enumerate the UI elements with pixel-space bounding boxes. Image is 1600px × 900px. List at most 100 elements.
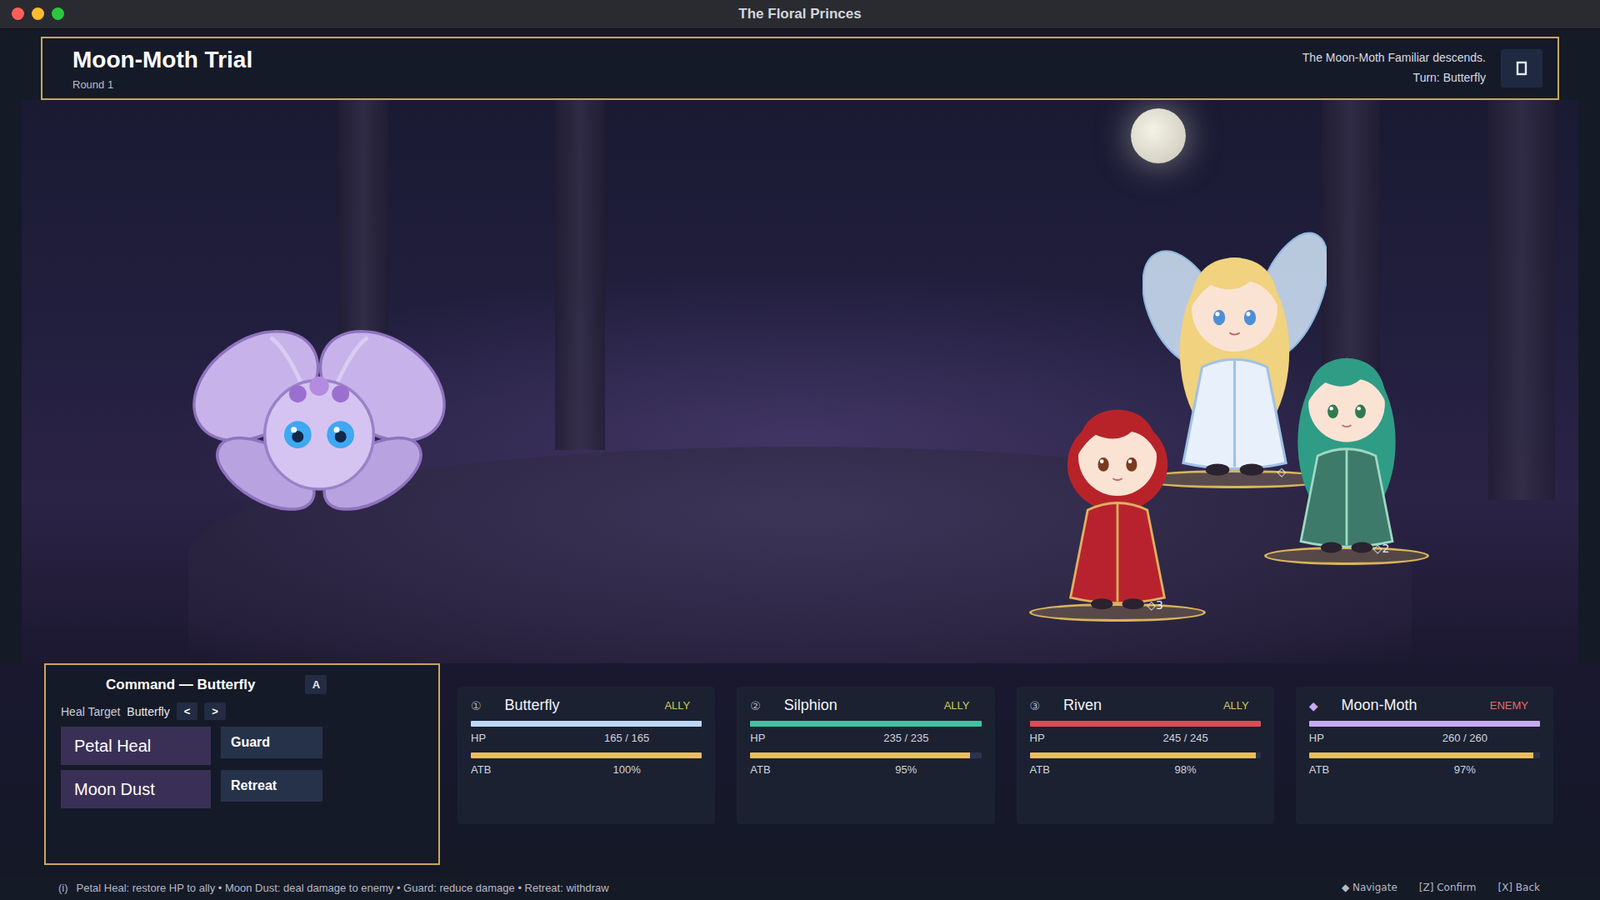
unit-card: ① Butterfly ALLY HP 165 / 165 ATB 100% — [457, 686, 715, 825]
unit-card: ② Silphion ALLY HP235 / 235 ATB95% — [736, 686, 995, 825]
character-icon — [1270, 327, 1424, 557]
moon — [1130, 108, 1186, 164]
atb-row: ATB98% — [1030, 758, 1261, 776]
hp-label: HP — [1309, 731, 1325, 745]
ally-sprite[interactable]: ◇2 — [1270, 327, 1424, 557]
atb-bar — [1030, 752, 1261, 759]
unit-header: ◆ Moon-Moth ENEMY — [1309, 696, 1540, 715]
hp-value: 235 / 235 — [839, 731, 973, 745]
slot-badge: ③ — [1030, 699, 1041, 713]
hp-value: 165 / 165 — [560, 731, 694, 745]
close-button[interactable] — [11, 7, 25, 20]
atb-row: ATB95% — [750, 758, 981, 776]
side-tag: ALLY — [944, 699, 982, 712]
action-button[interactable]: Retreat — [220, 770, 323, 802]
key-hint: [X] Back — [1497, 881, 1540, 894]
hint-line: Petal Heal: restore HP to ally • Moon Du… — [76, 881, 610, 895]
hp-fill — [470, 720, 702, 727]
tree-trunk — [1488, 100, 1555, 500]
atb-label: ATB — [470, 763, 491, 776]
tree-trunk — [555, 100, 605, 450]
heal-target-row: Heal Target Butterfly < > — [60, 702, 424, 720]
atb-value: 98% — [1118, 763, 1252, 776]
unit-name: Silphion — [770, 696, 935, 715]
hotkey-badge: A — [305, 675, 327, 695]
title-bar: The Floral Princes — [0, 0, 1600, 30]
atb-row: ATB 97% — [1309, 758, 1540, 776]
unit-cards: ① Butterfly ALLY HP 165 / 165 ATB 100% ② Silphio… — [457, 686, 1554, 825]
ally-sprite[interactable]: ◇3 — [1035, 378, 1200, 614]
banner-heading: Moon-Moth Trial Round 1 — [72, 46, 253, 91]
hp-value: 245 / 245 — [1118, 731, 1252, 745]
pause-button[interactable] — [1500, 49, 1543, 88]
action-button[interactable]: Guard — [220, 726, 323, 759]
sprite-base — [1264, 546, 1430, 565]
hp-bar — [1309, 720, 1540, 727]
atb-fill — [470, 752, 702, 759]
unit-name: Moon-Moth — [1328, 696, 1480, 715]
hp-row: HP 165 / 165 — [470, 726, 702, 745]
hp-row: HP235 / 235 — [750, 726, 981, 745]
command-panel: Command — Butterfly A Heal Target Butterfly… — [44, 663, 440, 865]
zoom-button[interactable] — [51, 7, 65, 20]
minimize-button[interactable] — [31, 7, 45, 20]
action-grid: Petal Heal Guard Moon Dust Retreat — [60, 726, 424, 809]
atb-value: 97% — [1398, 763, 1532, 776]
battle-scene: ◇◇3◇2 — [21, 100, 1579, 664]
next-target-button[interactable]: > — [204, 702, 226, 720]
atb-fill — [1030, 752, 1257, 759]
battle-banner: Moon-Moth Trial Round 1 The Moon-Moth Fami… — [40, 36, 1560, 100]
hp-bar — [1030, 720, 1261, 727]
atb-fill — [750, 752, 970, 759]
log-line: The Moon-Moth Familiar descends. — [1302, 48, 1486, 69]
window-title: The Floral Princes — [738, 5, 861, 23]
atb-value: 95% — [839, 763, 973, 776]
slot-badge: ① — [470, 699, 482, 713]
battle-log: The Moon-Moth Familiar descends.Turn: Bu… — [1302, 48, 1486, 89]
battle-hud: Command — Butterfly A Heal Target Butterfly… — [0, 663, 1600, 875]
heal-target-label: Heal Target — [60, 705, 120, 719]
heal-target-value: Butterfly — [126, 705, 170, 719]
prev-target-button[interactable]: < — [176, 702, 199, 720]
banner-status: The Moon-Moth Familiar descends.Turn: Bu… — [1302, 48, 1543, 89]
key-hint: [Z] Confirm — [1419, 881, 1477, 894]
hint-text: (i) Petal Heal: restore HP to ally • Moon… — [58, 881, 610, 895]
round-label: Round 1 — [72, 78, 253, 91]
side-tag: ENEMY — [1490, 699, 1540, 712]
atb-row: ATB 100% — [470, 758, 702, 776]
atb-bar — [750, 752, 981, 759]
atb-label: ATB — [1309, 763, 1330, 776]
stage: Moon-Moth Trial Round 1 The Moon-Moth Fami… — [0, 29, 1600, 900]
action-button[interactable]: Moon Dust — [60, 770, 211, 809]
window-controls — [11, 7, 65, 20]
unit-header: ③RivenALLY — [1030, 696, 1261, 715]
hp-label: HP — [470, 731, 486, 745]
sprite-base — [1029, 603, 1206, 622]
command-title: Command — Butterfly — [105, 676, 255, 694]
moth-icon — [173, 308, 465, 542]
game-window: The Floral Princes Moon-Moth Trial Round 1… — [0, 0, 1600, 900]
action-button[interactable]: Petal Heal — [60, 726, 211, 765]
hp-value: 260 / 260 — [1398, 731, 1532, 745]
hp-row: HP245 / 245 — [1030, 726, 1261, 745]
hint-bar: (i) Petal Heal: restore HP to ally • Moon… — [0, 875, 1600, 900]
atb-value: 100% — [560, 763, 694, 776]
battle-title: Moon-Moth Trial — [72, 46, 253, 74]
slot-badge: ② — [750, 699, 761, 713]
side-tag: ALLY — [664, 699, 702, 712]
hp-bar — [470, 720, 702, 727]
turn-line: Turn: Butterfly — [1302, 68, 1486, 89]
slot-marker: ◇2 — [1373, 541, 1390, 555]
hp-row: HP 260 / 260 — [1309, 726, 1540, 745]
key-hint: ◆ Navigate — [1341, 881, 1398, 894]
unit-header: ② Silphion ALLY — [750, 696, 981, 715]
info-icon: (i) — [58, 881, 69, 895]
atb-fill — [1309, 752, 1534, 759]
slot-marker: ◇3 — [1146, 598, 1164, 612]
unit-name: Butterfly — [491, 696, 655, 715]
pause-icon — [1515, 60, 1528, 76]
slot-badge: ◆ — [1309, 699, 1319, 713]
key-hints: ◆ Navigate [Z] Confirm [X] Back — [1341, 881, 1540, 894]
enemy-sprite[interactable] — [173, 308, 465, 542]
unit-header: ① Butterfly ALLY — [470, 696, 702, 715]
